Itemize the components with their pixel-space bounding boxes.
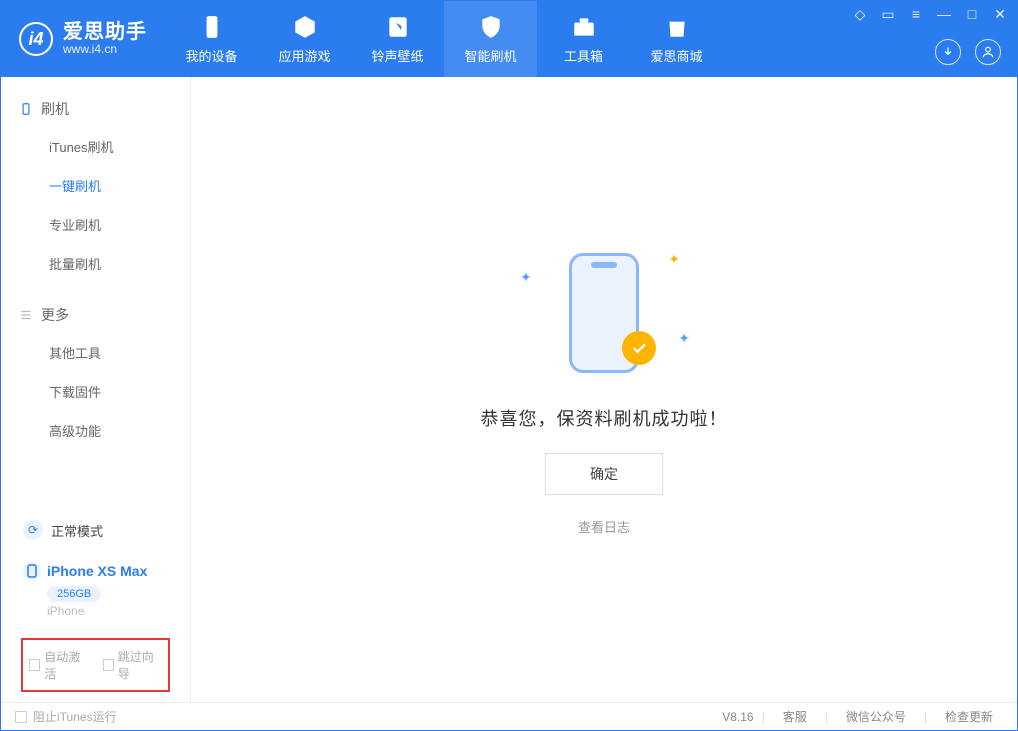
nav-flash[interactable]: 智能刷机 <box>444 1 537 77</box>
checkbox-label: 自动激活 <box>44 648 88 682</box>
music-icon <box>385 14 411 40</box>
app-name: 爱思助手 <box>63 21 147 43</box>
check-update-link[interactable]: 检查更新 <box>935 708 1003 725</box>
note-icon[interactable]: ▭ <box>879 5 897 23</box>
main-nav: 我的设备 应用游戏 铃声壁纸 智能刷机 工具箱 爱思商城 <box>165 1 723 77</box>
sidebar-item-download-firmware[interactable]: 下载固件 <box>1 372 190 411</box>
view-log-link[interactable]: 查看日志 <box>578 517 630 536</box>
close-button[interactable]: ✕ <box>991 5 1009 23</box>
app-body: 刷机 iTunes刷机 一键刷机 专业刷机 批量刷机 更多 其他工具 下载固件 … <box>1 77 1017 702</box>
sparkle-icon: ✦ <box>678 330 690 347</box>
user-controls <box>935 39 1001 65</box>
menu-icon[interactable]: ≡ <box>907 5 925 23</box>
user-button[interactable] <box>975 39 1001 65</box>
maximize-button[interactable]: □ <box>963 5 981 23</box>
checkbox-block-itunes[interactable]: 阻止iTunes运行 <box>15 708 714 725</box>
sidebar-section-flash: 刷机 iTunes刷机 一键刷机 专业刷机 批量刷机 <box>1 77 190 283</box>
support-link[interactable]: 客服 <box>773 708 817 725</box>
nav-label: 智能刷机 <box>464 46 516 65</box>
phone-icon <box>19 102 33 116</box>
sparkle-icon: ✦ <box>520 269 532 286</box>
sidebar-item-advanced[interactable]: 高级功能 <box>1 411 190 450</box>
checkbox-auto-activate[interactable]: 自动激活 <box>29 648 89 682</box>
checkbox-skip-guide[interactable]: 跳过向导 <box>103 648 163 682</box>
topbar: i4 爱思助手 www.i4.cn 我的设备 应用游戏 铃声壁纸 智能刷机 工具… <box>1 1 1017 77</box>
sidebar-head-flash: 刷机 <box>1 87 190 127</box>
device-icon <box>199 14 225 40</box>
sidebar-section-more: 更多 其他工具 下载固件 高级功能 <box>1 283 190 450</box>
device-name: iPhone XS Max <box>47 563 147 579</box>
nav-my-device[interactable]: 我的设备 <box>165 1 258 77</box>
section-title: 更多 <box>41 305 69 325</box>
device-subtype: iPhone <box>47 604 168 618</box>
sidebar-item-itunes-flash[interactable]: iTunes刷机 <box>1 127 190 166</box>
checkbox-label: 跳过向导 <box>118 648 162 682</box>
minimize-button[interactable]: — <box>935 5 953 23</box>
flash-options-box: 自动激活 跳过向导 <box>21 638 170 692</box>
cube-icon <box>292 14 318 40</box>
nav-label: 铃声壁纸 <box>371 46 423 65</box>
mode-icon: ⟳ <box>23 520 43 540</box>
wechat-link[interactable]: 微信公众号 <box>836 708 916 725</box>
device-small-icon <box>23 562 41 580</box>
checkbox-icon <box>15 711 27 723</box>
nav-label: 工具箱 <box>564 46 603 65</box>
nav-ringtones[interactable]: 铃声壁纸 <box>351 1 444 77</box>
checkbox-label: 阻止iTunes运行 <box>33 708 117 725</box>
nav-label: 我的设备 <box>185 46 237 65</box>
toolbox-icon <box>571 14 597 40</box>
nav-store[interactable]: 爱思商城 <box>630 1 723 77</box>
sidebar-item-pro-flash[interactable]: 专业刷机 <box>1 205 190 244</box>
sidebar-item-batch-flash[interactable]: 批量刷机 <box>1 244 190 283</box>
sparkle-icon: ✦ <box>668 251 680 268</box>
shirt-icon[interactable]: ◇ <box>851 5 869 23</box>
checkbox-icon <box>103 659 114 671</box>
device-mode-label: 正常模式 <box>51 521 103 540</box>
bag-icon <box>664 14 690 40</box>
device-info-card[interactable]: iPhone XS Max 256GB iPhone <box>13 552 178 628</box>
separator: | <box>825 710 828 724</box>
logo-icon: i4 <box>19 22 53 56</box>
shield-icon <box>478 14 504 40</box>
nav-toolbox[interactable]: 工具箱 <box>537 1 630 77</box>
separator: | <box>762 710 765 724</box>
separator: | <box>924 710 927 724</box>
section-title: 刷机 <box>41 99 69 119</box>
nav-label: 爱思商城 <box>650 46 702 65</box>
sidebar-item-oneclick-flash[interactable]: 一键刷机 <box>1 166 190 205</box>
app-logo[interactable]: i4 爱思助手 www.i4.cn <box>1 1 165 77</box>
ok-button[interactable]: 确定 <box>545 453 663 495</box>
checkbox-icon <box>29 659 40 671</box>
download-button[interactable] <box>935 39 961 65</box>
check-badge-icon <box>622 331 656 365</box>
success-illustration: ✦ ✦ ✦ <box>514 243 694 383</box>
app-url: www.i4.cn <box>63 43 147 56</box>
nav-apps-games[interactable]: 应用游戏 <box>258 1 351 77</box>
success-message: 恭喜您，保资料刷机成功啦！ <box>481 405 728 431</box>
device-capacity: 256GB <box>47 586 101 602</box>
sidebar-item-other-tools[interactable]: 其他工具 <box>1 333 190 372</box>
app-version: V8.16 <box>722 710 753 724</box>
sidebar: 刷机 iTunes刷机 一键刷机 专业刷机 批量刷机 更多 其他工具 下载固件 … <box>1 77 191 702</box>
status-bar: 阻止iTunes运行 V8.16 | 客服 | 微信公众号 | 检查更新 <box>1 702 1017 730</box>
list-icon <box>19 308 33 322</box>
main-panel: ✦ ✦ ✦ 恭喜您，保资料刷机成功啦！ 确定 查看日志 <box>191 77 1017 702</box>
nav-label: 应用游戏 <box>278 46 330 65</box>
window-controls: ◇ ▭ ≡ — □ ✕ <box>851 5 1009 23</box>
sidebar-footer: ⟳ 正常模式 iPhone XS Max 256GB iPhone 自动激活 <box>1 498 190 702</box>
sidebar-head-more: 更多 <box>1 293 190 333</box>
device-mode-card[interactable]: ⟳ 正常模式 <box>13 508 178 552</box>
